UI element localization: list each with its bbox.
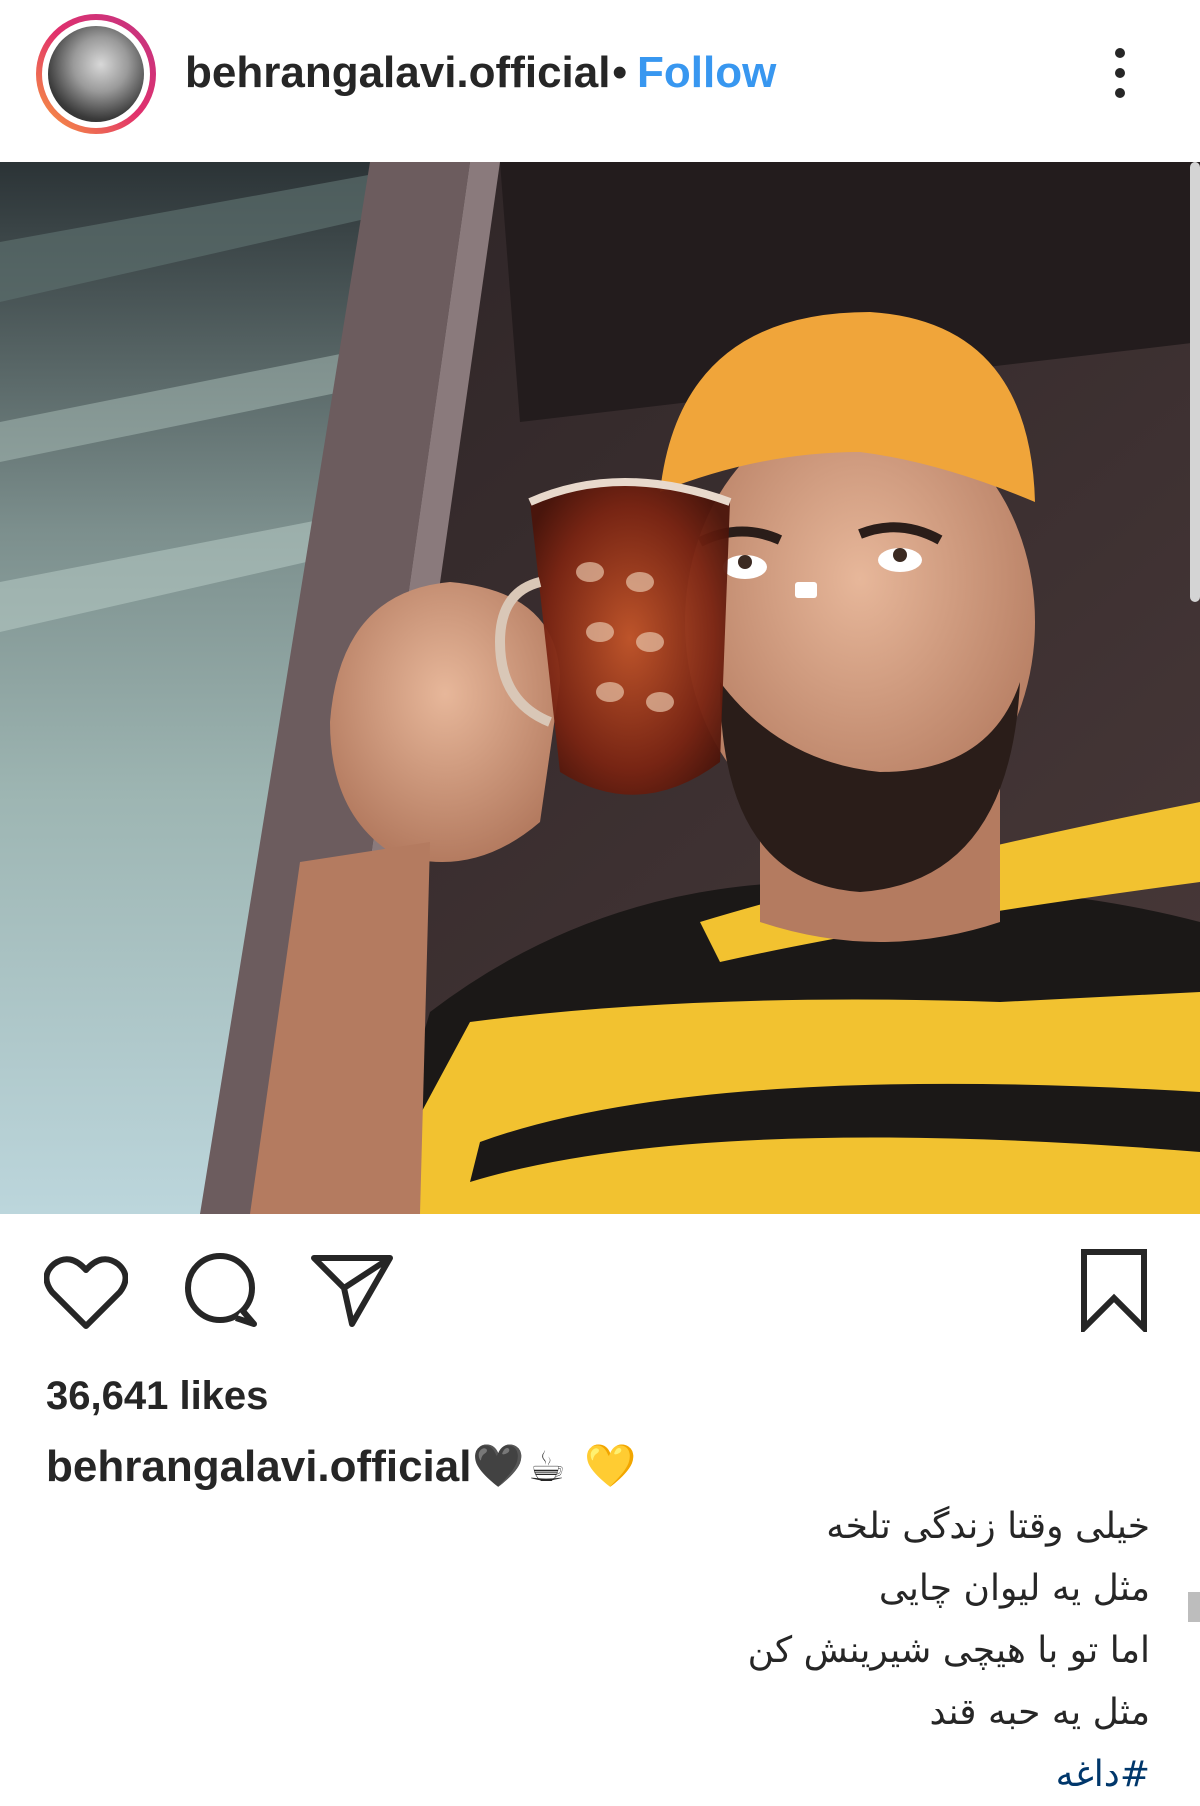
caption-line: خیلی وقتا زندگی تلخه [826,1506,1150,1547]
likes-count[interactable]: 36,641 likes [46,1374,268,1419]
post-photo[interactable] [0,162,1200,1214]
avatar-image [48,26,144,122]
caption-username[interactable]: behrangalavi.official [46,1442,471,1492]
bookmark-icon[interactable] [1078,1248,1150,1337]
avatar[interactable] [36,14,156,134]
caption-line: اما تو با هیچی شیرینش کن [747,1630,1150,1671]
comment-icon[interactable] [180,1250,260,1335]
follow-button[interactable]: Follow [637,48,776,98]
post-username[interactable]: behrangalavi.official [185,48,610,98]
scrollbar-thumb[interactable] [1190,162,1200,602]
avatar-frame [42,20,150,128]
caption-text: خیلی وقتا زندگی تلخه مثل یه لیوان چایی ا… [530,1496,1150,1806]
hashtag-link[interactable]: #داغه [530,1744,1150,1806]
send-icon[interactable] [310,1250,394,1335]
coffee-emoji: ☕ [528,1443,566,1490]
scrollbar-thumb-lower[interactable] [1188,1592,1200,1622]
yellow-heart-emoji: 💛 [584,1442,637,1489]
caption-line: مثل یه حبه قند [929,1692,1150,1733]
post-header: behrangalavi.official • Follow [0,0,1200,160]
heart-icon[interactable] [43,1254,129,1335]
black-heart-emoji: 🖤 [472,1442,525,1489]
photo-illustration [0,162,1200,1214]
separator-dot: • [612,48,628,97]
action-bar [0,1240,1200,1350]
caption-line: مثل یه لیوان چایی [878,1568,1150,1609]
more-vertical-icon[interactable] [1106,48,1134,104]
